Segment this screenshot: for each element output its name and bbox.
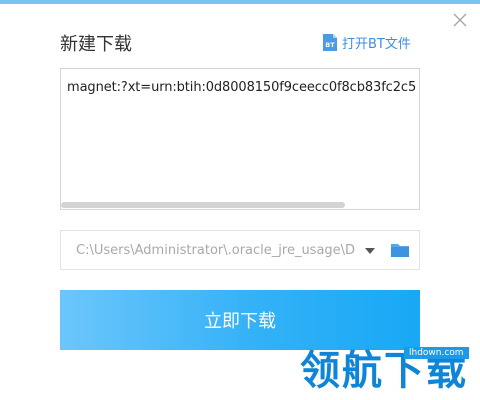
url-textarea[interactable]: magnet:?xt=urn:btih:0d8008150f9ceecc0f8c…: [60, 68, 420, 210]
horizontal-scrollbar[interactable]: [61, 202, 345, 208]
open-bt-file-link[interactable]: BT 打开BT文件: [322, 32, 411, 52]
open-bt-file-label: 打开BT文件: [342, 36, 411, 52]
caret-down-icon[interactable]: [365, 247, 375, 255]
watermark-site: lhdown.com: [404, 347, 469, 359]
url-text: magnet:?xt=urn:btih:0d8008150f9ceecc0f8c…: [67, 80, 417, 95]
close-button[interactable]: [450, 10, 470, 30]
top-accent-bar: [0, 0, 480, 4]
close-icon: [453, 13, 467, 27]
save-path-select[interactable]: C:\Users\Administrator\.oracle_jre_usage…: [60, 230, 420, 270]
download-now-button[interactable]: 立即下载: [60, 290, 420, 350]
save-path-text: C:\Users\Administrator\.oracle_jre_usage…: [76, 243, 356, 258]
folder-icon[interactable]: [390, 241, 410, 259]
bt-file-icon: BT: [323, 33, 337, 51]
svg-text:BT: BT: [325, 41, 335, 49]
dialog-title: 新建下载: [60, 34, 132, 55]
